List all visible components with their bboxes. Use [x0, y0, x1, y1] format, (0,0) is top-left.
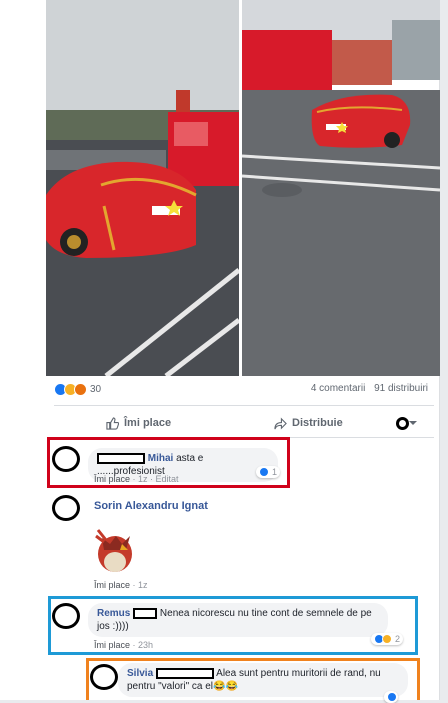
post-card: 30 4 comentarii 91 distribuiri Îmi place…: [0, 0, 440, 703]
avatar[interactable]: [90, 664, 118, 690]
comment-author-wrap: Sorin Alexandru Ignat: [94, 500, 208, 512]
thumbs-up-icon: [106, 416, 119, 430]
comment-author[interactable]: Remus: [97, 608, 130, 619]
comment-author[interactable]: Mihai: [148, 453, 174, 464]
comment-like-link[interactable]: Îmi place: [94, 580, 130, 590]
post-photo-left[interactable]: [46, 0, 239, 376]
comment-reactions[interactable]: 1: [256, 466, 281, 478]
avatar[interactable]: [52, 446, 80, 472]
divider: [54, 405, 434, 406]
comment-bubble: Remus Nenea nicorescu nu tine cont de se…: [88, 603, 388, 637]
angry-reaction-icon: [74, 383, 87, 396]
comment-bubble: Silvia Alea sunt pentru muritorii de ran…: [118, 663, 408, 697]
sticker-bird-facepalm: [92, 516, 138, 576]
redacted-name-box: [133, 607, 158, 619]
like-reaction-icon: [387, 692, 397, 702]
comment-reactions[interactable]: 2: [371, 633, 404, 645]
reaction-summary[interactable]: 30: [54, 383, 101, 396]
share-icon: [274, 417, 287, 429]
comment-reaction-count: 1: [272, 467, 278, 477]
comment-author[interactable]: Sorin Alexandru Ignat: [94, 500, 208, 512]
redacted-name-box: [97, 452, 145, 464]
post-photo-right[interactable]: [242, 0, 440, 376]
haha-reaction-icon: [382, 634, 392, 644]
like-button[interactable]: Îmi place: [106, 416, 172, 430]
share-button-label: Distribuie: [292, 417, 343, 429]
comment-time[interactable]: 1z: [138, 580, 148, 590]
like-reaction-icon: [259, 467, 269, 477]
comment-like-link[interactable]: Îmi place: [94, 640, 130, 650]
avatar[interactable]: [52, 495, 80, 521]
post-photos: [46, 0, 440, 376]
post-stats: 30 4 comentarii 91 distribuiri: [54, 383, 434, 399]
comment-meta: Îmi place · 1z: [94, 580, 148, 590]
like-button-label: Îmi place: [124, 417, 172, 429]
shares-count-link[interactable]: 91 distribuiri: [374, 383, 428, 394]
comment-author[interactable]: Silvia: [127, 668, 153, 679]
avatar[interactable]: [52, 603, 80, 629]
comment-reactions[interactable]: [384, 691, 398, 703]
post-actions: Îmi place Distribuie: [54, 412, 434, 434]
post-options-menu[interactable]: [396, 416, 422, 430]
share-button[interactable]: Distribuie: [274, 417, 343, 430]
comment-meta: Îmi place · 23h: [94, 640, 154, 650]
comment-reaction-count: 2: [395, 634, 401, 644]
comment-like-link[interactable]: Îmi place: [94, 474, 130, 484]
reaction-count: 30: [90, 384, 102, 395]
comment-meta: Îmi place · 1z · Editat: [94, 474, 179, 484]
redacted-name-box: [155, 667, 214, 679]
engagement-counts: 4 comentarii 91 distribuiri: [305, 383, 428, 394]
comment-edited[interactable]: Editat: [156, 474, 179, 484]
profile-switch-icon: [396, 416, 409, 430]
chevron-down-icon: [409, 421, 417, 425]
comment-time[interactable]: 1z: [138, 474, 148, 484]
comments-count-link[interactable]: 4 comentarii: [311, 383, 365, 394]
comment-time[interactable]: 23h: [138, 640, 153, 650]
